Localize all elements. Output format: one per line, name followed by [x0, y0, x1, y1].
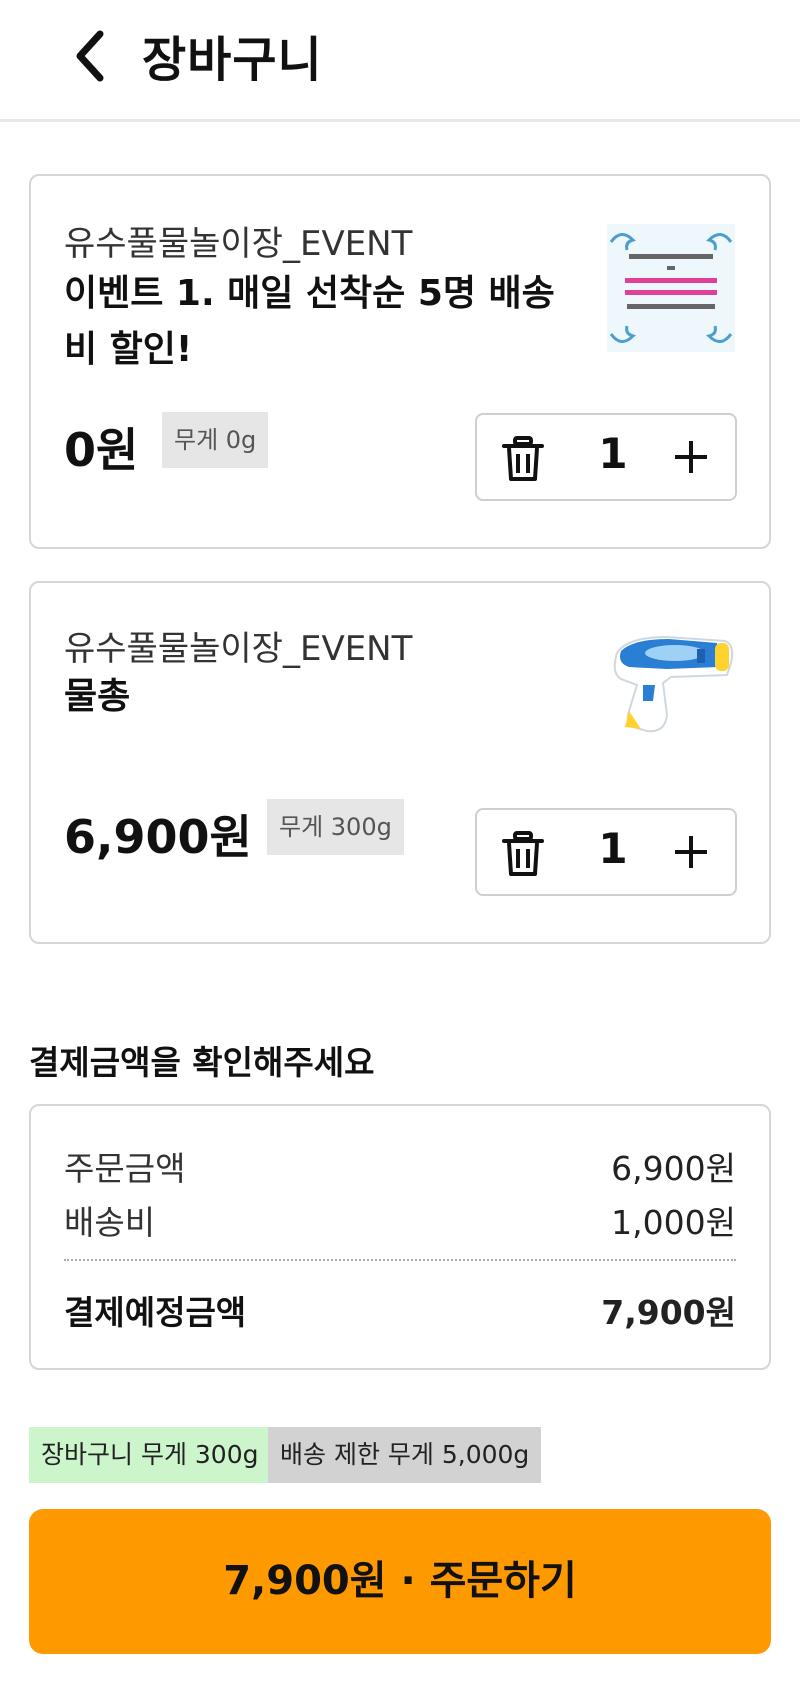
- total-row: 결제예정금액 7,900원: [64, 1286, 736, 1334]
- header: 장바구니: [0, 0, 800, 122]
- order-amount-value: 6,900원: [611, 1149, 736, 1188]
- increase-button[interactable]: [667, 828, 715, 876]
- water-gun-image: [613, 635, 734, 733]
- product-price: 0원: [64, 423, 139, 477]
- shipping-limit-badge: 배송 제한 무게 5,000g: [268, 1427, 542, 1483]
- divider: [64, 1259, 736, 1261]
- quantity-value: 1: [598, 824, 628, 873]
- shipping-label: 배송비: [64, 1203, 156, 1242]
- chevron-left-icon: [76, 30, 104, 82]
- delete-button[interactable]: [501, 435, 545, 483]
- plus-icon: [675, 441, 707, 473]
- trash-icon: [502, 436, 544, 481]
- total-label: 결제예정금액: [64, 1293, 247, 1332]
- order-amount-row: 주문금액 6,900원: [64, 1142, 736, 1190]
- plus-icon: [675, 836, 707, 868]
- quantity-stepper: 1: [475, 413, 737, 501]
- weight-badge: 무게 300g: [267, 799, 404, 855]
- weight-badge: 무게 0g: [162, 412, 269, 468]
- shipping-value: 1,000원: [611, 1203, 736, 1242]
- product-name: 물총: [64, 676, 131, 717]
- total-value: 7,900원: [601, 1293, 736, 1332]
- quantity-stepper: 1: [475, 808, 737, 896]
- store-name: 유수풀물놀이장_EVENT: [64, 224, 413, 264]
- event-notice-image: [607, 224, 735, 352]
- page-title: 장바구니: [142, 32, 323, 88]
- cart-item: 유수풀물놀이장_EVENT 물총 6,900원 무게 300g 1: [29, 581, 771, 944]
- payment-summary: 주문금액 6,900원 배송비 1,000원 결제예정금액 7,900원: [29, 1104, 771, 1370]
- store-name: 유수풀물놀이장_EVENT: [64, 629, 413, 669]
- product-price: 6,900원: [64, 810, 252, 864]
- shipping-row: 배송비 1,000원: [64, 1196, 736, 1244]
- cart-weight-badge: 장바구니 무게 300g: [29, 1427, 271, 1483]
- product-name: 이벤트 1. 매일 선착순 5명 배송비 할인!: [64, 273, 555, 370]
- increase-button[interactable]: [667, 433, 715, 481]
- quantity-value: 1: [598, 429, 628, 478]
- product-thumbnail[interactable]: [607, 623, 735, 751]
- product-thumbnail[interactable]: [607, 224, 735, 352]
- payment-section-title: 결제금액을 확인해주세요: [29, 1043, 375, 1082]
- order-button[interactable]: 7,900원 · 주문하기: [29, 1509, 771, 1654]
- cart-item: 유수풀물놀이장_EVENT 이벤트 1. 매일 선착순 5명 배송비 할인! 0…: [29, 174, 771, 549]
- delete-button[interactable]: [501, 830, 545, 878]
- back-button[interactable]: [62, 26, 122, 86]
- order-amount-label: 주문금액: [64, 1149, 186, 1188]
- trash-icon: [502, 831, 544, 876]
